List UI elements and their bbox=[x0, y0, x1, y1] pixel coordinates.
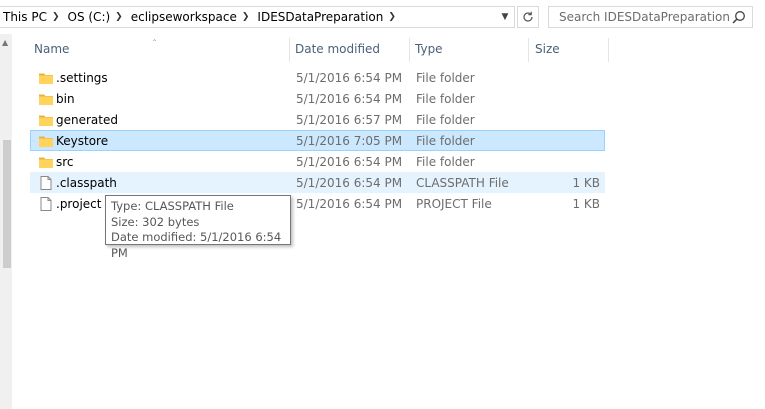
chevron-right-icon[interactable]: ❯ bbox=[384, 12, 401, 22]
breadcrumb-os-c[interactable]: OS (C:) bbox=[65, 10, 112, 24]
tooltip-type: Type: CLASSPATH File bbox=[111, 199, 234, 213]
file-type: CLASSPATH File bbox=[416, 176, 509, 190]
file-type: File folder bbox=[416, 113, 475, 127]
refresh-button[interactable] bbox=[517, 6, 539, 28]
file-row[interactable]: bin 5/1/2016 6:54 PM File folder bbox=[30, 88, 605, 109]
file-row[interactable]: .classpath 5/1/2016 6:54 PM CLASSPATH File… bbox=[30, 172, 605, 193]
file-info-tooltip: Type: CLASSPATH File Size: 302 bytes Dat… bbox=[105, 195, 291, 260]
file-name: .classpath bbox=[56, 176, 117, 190]
file-name: src bbox=[56, 155, 74, 169]
file-row[interactable]: .settings 5/1/2016 6:54 PM File folder bbox=[30, 67, 605, 88]
file-name: bin bbox=[56, 92, 75, 106]
file-size: 1 KB bbox=[572, 197, 600, 211]
breadcrumb-eclipseworkspace[interactable]: eclipseworkspace bbox=[128, 10, 238, 24]
column-header-date-label: Date modified bbox=[295, 42, 381, 56]
chevron-right-icon[interactable]: ❯ bbox=[238, 12, 255, 22]
scroll-up-arrow-icon[interactable]: ▲ bbox=[2, 38, 8, 47]
file-name: Keystore bbox=[56, 134, 109, 148]
chevron-right-icon[interactable]: ❯ bbox=[48, 12, 65, 22]
chevron-right-icon[interactable]: ❯ bbox=[111, 12, 128, 22]
column-header-name[interactable]: Name bbox=[34, 36, 288, 62]
column-header-size[interactable]: Size bbox=[535, 36, 605, 62]
file-row[interactable]: Keystore 5/1/2016 7:05 PM File folder bbox=[30, 130, 605, 151]
folder-icon bbox=[38, 91, 54, 107]
column-header-type[interactable]: Type bbox=[415, 36, 525, 62]
refresh-icon bbox=[523, 11, 533, 22]
file-date-modified: 5/1/2016 6:54 PM bbox=[296, 176, 403, 190]
column-divider[interactable] bbox=[409, 38, 410, 62]
column-header-type-label: Type bbox=[415, 42, 443, 56]
folder-icon bbox=[38, 70, 54, 86]
tooltip-date-modified: Date modified: 5/1/2016 6:54 PM bbox=[111, 230, 282, 260]
tooltip-size: Size: 302 bytes bbox=[111, 214, 200, 229]
file-type: File folder bbox=[416, 155, 475, 169]
column-divider[interactable] bbox=[608, 38, 609, 62]
search-input[interactable] bbox=[549, 10, 729, 24]
file-date-modified: 5/1/2016 6:54 PM bbox=[296, 197, 403, 211]
breadcrumb-this-pc[interactable]: This PC bbox=[0, 10, 48, 24]
address-bar-area: This PC ❯ OS (C:) ❯ eclipseworkspace ❯ I… bbox=[0, 0, 765, 34]
address-history-dropdown[interactable]: ▼ bbox=[496, 7, 514, 27]
file-date-modified: 5/1/2016 6:57 PM bbox=[296, 113, 403, 127]
chevron-down-icon: ▼ bbox=[501, 12, 509, 22]
file-row[interactable]: src 5/1/2016 6:54 PM File folder bbox=[30, 151, 605, 172]
file-date-modified: 5/1/2016 7:05 PM bbox=[296, 134, 403, 148]
column-header-date[interactable]: Date modified bbox=[295, 36, 407, 62]
file-row[interactable]: generated 5/1/2016 6:57 PM File folder bbox=[30, 109, 605, 130]
column-header-name-label: Name bbox=[34, 42, 70, 56]
column-divider[interactable] bbox=[528, 38, 529, 62]
file-date-modified: 5/1/2016 6:54 PM bbox=[296, 155, 403, 169]
column-header-size-label: Size bbox=[535, 42, 560, 56]
file-date-modified: 5/1/2016 6:54 PM bbox=[296, 92, 403, 106]
search-icon[interactable] bbox=[732, 10, 746, 24]
file-icon bbox=[38, 175, 54, 191]
folder-icon bbox=[38, 154, 54, 170]
breadcrumb-idesdatapreparation[interactable]: IDESDataPreparation bbox=[254, 10, 384, 24]
folder-icon bbox=[38, 112, 54, 128]
folder-icon bbox=[38, 133, 54, 149]
scrollbar-thumb[interactable] bbox=[3, 140, 11, 268]
file-size: 1 KB bbox=[572, 176, 600, 190]
file-type: PROJECT File bbox=[416, 197, 492, 211]
file-name: .project bbox=[56, 197, 102, 211]
column-divider[interactable] bbox=[289, 38, 290, 62]
file-type: File folder bbox=[416, 134, 475, 148]
file-icon bbox=[38, 196, 54, 212]
file-date-modified: 5/1/2016 6:54 PM bbox=[296, 71, 403, 85]
address-bar[interactable]: This PC ❯ OS (C:) ❯ eclipseworkspace ❯ I… bbox=[0, 6, 515, 28]
file-type: File folder bbox=[416, 71, 475, 85]
file-name: generated bbox=[56, 113, 118, 127]
navigation-pane-scrollbar[interactable]: ▲ bbox=[0, 34, 12, 409]
file-type: File folder bbox=[416, 92, 475, 106]
search-box[interactable] bbox=[548, 6, 753, 28]
file-name: .settings bbox=[56, 71, 108, 85]
